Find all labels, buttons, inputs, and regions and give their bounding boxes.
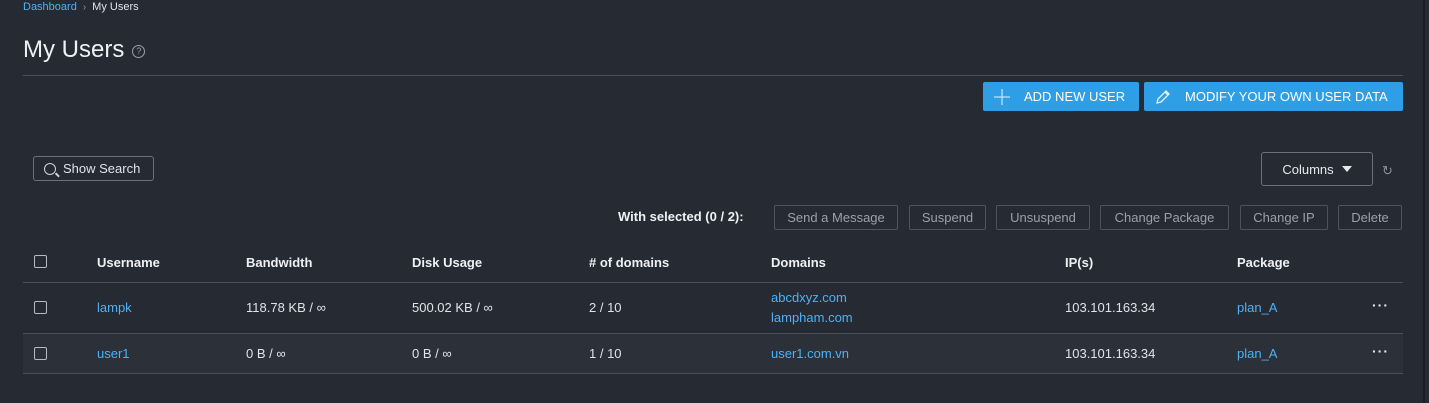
table-row: lampk 118.78 KB / ∞ 500.02 KB / ∞ 2 / 10…	[23, 283, 1403, 334]
suspend-button[interactable]: Suspend	[909, 205, 986, 230]
row-checkbox[interactable]	[34, 347, 47, 360]
column-header-ips[interactable]: IP(s)	[1065, 255, 1093, 270]
change-ip-button[interactable]: Change IP	[1240, 205, 1328, 230]
domain-link[interactable]: abcdxyz.com	[771, 290, 847, 305]
unsuspend-button[interactable]: Unsuspend	[996, 205, 1090, 230]
disk-usage-value: 500.02 KB / ∞	[412, 300, 493, 315]
domain-count-value: 2 / 10	[589, 300, 622, 315]
help-icon[interactable]: ?	[132, 44, 146, 58]
modify-own-user-data-label: MODIFY YOUR OWN USER DATA	[1185, 89, 1388, 104]
page-title-text: My Users	[23, 36, 125, 63]
columns-dropdown[interactable]: Columns	[1261, 152, 1373, 186]
package-link[interactable]: plan_A	[1237, 346, 1277, 361]
column-header-disk-usage[interactable]: Disk Usage	[412, 255, 482, 270]
column-header-username[interactable]: Username	[97, 255, 160, 270]
column-header-bandwidth[interactable]: Bandwidth	[246, 255, 312, 270]
column-header-domains[interactable]: Domains	[771, 255, 826, 270]
ip-value: 103.101.163.34	[1065, 346, 1156, 361]
more-actions-icon[interactable]: ···	[1372, 297, 1389, 313]
plus-icon	[992, 87, 1012, 107]
username-link[interactable]: user1	[97, 346, 130, 361]
bulk-selection-label: With selected (0 / 2):	[618, 209, 744, 224]
domain-link[interactable]: user1.com.vn	[771, 346, 849, 361]
username-link[interactable]: lampk	[97, 300, 132, 315]
show-search-label: Show Search	[63, 161, 141, 176]
domain-count-value: 1 / 10	[589, 346, 622, 361]
show-search-button[interactable]: Show Search	[33, 156, 154, 181]
chevron-right-icon: ›	[82, 1, 87, 13]
more-actions-icon[interactable]: ···	[1372, 343, 1389, 359]
page-title: My Users ?	[23, 36, 146, 64]
bandwidth-value: 118.78 KB / ∞	[246, 300, 326, 315]
column-header-package[interactable]: Package	[1237, 255, 1290, 270]
bandwidth-value: 0 B / ∞	[246, 346, 286, 361]
breadcrumb-dashboard-link[interactable]: Dashboard	[23, 1, 77, 13]
package-link[interactable]: plan_A	[1237, 300, 1277, 315]
refresh-icon[interactable]: ↻	[1382, 163, 1393, 179]
columns-label: Columns	[1282, 161, 1334, 177]
change-package-button[interactable]: Change Package	[1100, 205, 1229, 230]
app-frame: Dashboard › My Users My Users ? ADD NEW …	[0, 0, 1425, 403]
users-table: Username Bandwidth Disk Usage # of domai…	[23, 241, 1403, 374]
send-message-button[interactable]: Send a Message	[774, 205, 898, 230]
caret-down-icon	[1341, 166, 1352, 172]
column-header-domain-count[interactable]: # of domains	[589, 255, 669, 270]
select-all-checkbox[interactable]	[34, 255, 47, 268]
row-checkbox[interactable]	[34, 301, 47, 314]
modify-own-user-data-button[interactable]: MODIFY YOUR OWN USER DATA	[1144, 82, 1403, 111]
breadcrumb-current: My Users	[92, 1, 139, 13]
add-new-user-button[interactable]: ADD NEW USER	[983, 82, 1139, 111]
disk-usage-value: 0 B / ∞	[412, 346, 452, 361]
delete-button[interactable]: Delete	[1338, 205, 1402, 230]
table-row: user1 0 B / ∞ 0 B / ∞ 1 / 10 user1.com.v…	[23, 334, 1403, 374]
ip-value: 103.101.163.34	[1065, 300, 1156, 315]
domain-link[interactable]: lampham.com	[771, 310, 853, 325]
add-new-user-label: ADD NEW USER	[1024, 89, 1126, 104]
search-icon	[44, 162, 56, 175]
breadcrumb: Dashboard › My Users	[23, 1, 139, 13]
title-divider	[23, 75, 1403, 76]
pencil-icon	[1153, 87, 1173, 107]
table-header-row: Username Bandwidth Disk Usage # of domai…	[23, 241, 1403, 283]
